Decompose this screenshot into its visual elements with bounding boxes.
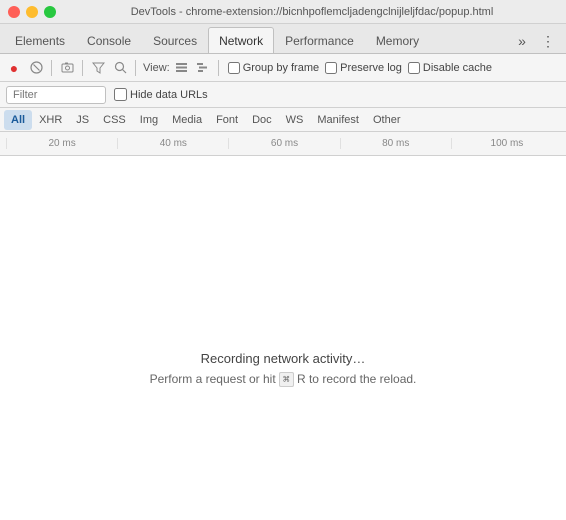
tick-20ms: 20 ms xyxy=(6,138,117,149)
close-button[interactable] xyxy=(8,6,20,18)
disable-cache-group: Disable cache xyxy=(408,62,492,74)
devtools-menu-button[interactable]: ⋮ xyxy=(536,29,560,53)
toolbar-separator-2 xyxy=(82,60,83,76)
search-button[interactable] xyxy=(110,58,130,78)
recording-message: Recording network activity… xyxy=(201,351,366,366)
tick-60ms: 60 ms xyxy=(228,138,339,149)
preserve-log-group: Preserve log xyxy=(325,62,402,74)
hide-data-urls-checkbox[interactable] xyxy=(114,88,127,101)
maximize-button[interactable] xyxy=(44,6,56,18)
recording-area: Recording network activity… Perform a re… xyxy=(150,351,417,386)
title-bar: DevTools - chrome-extension://bicnhpofle… xyxy=(0,0,566,24)
tick-40ms: 40 ms xyxy=(117,138,228,149)
cmd-key: ⌘ xyxy=(279,372,294,387)
view-icons xyxy=(172,58,213,78)
filter-icon xyxy=(92,61,105,74)
filter-input[interactable] xyxy=(6,86,106,104)
type-filter-js[interactable]: JS xyxy=(69,110,96,130)
disable-cache-checkbox[interactable] xyxy=(408,62,420,74)
timeline-ticks: 20 ms 40 ms 60 ms 80 ms 100 ms xyxy=(6,138,562,149)
clear-button[interactable] xyxy=(26,58,46,78)
filter-row: Hide data URLs xyxy=(0,82,566,108)
group-by-frame-checkbox[interactable] xyxy=(228,62,240,74)
list-view-icon xyxy=(175,61,188,74)
disable-cache-label[interactable]: Disable cache xyxy=(423,62,492,74)
type-filter-font[interactable]: Font xyxy=(209,110,245,130)
tab-sources[interactable]: Sources xyxy=(142,27,208,53)
view-list-button[interactable] xyxy=(172,58,192,78)
tabs-overflow-menu: » ⋮ xyxy=(510,29,566,53)
type-filter-ws[interactable]: WS xyxy=(279,110,311,130)
view-waterfall-button[interactable] xyxy=(193,58,213,78)
clear-icon xyxy=(30,61,43,74)
more-tabs-button[interactable]: » xyxy=(510,29,534,53)
recording-hint: Perform a request or hit ⌘ R to record t… xyxy=(150,372,417,386)
preserve-log-label[interactable]: Preserve log xyxy=(340,62,402,74)
toolbar-row: ● View: xyxy=(0,54,566,82)
tab-performance[interactable]: Performance xyxy=(274,27,365,53)
type-filter-css[interactable]: CSS xyxy=(96,110,133,130)
preserve-log-checkbox[interactable] xyxy=(325,62,337,74)
main-content: Recording network activity… Perform a re… xyxy=(0,156,566,520)
group-by-frame-group: Group by frame xyxy=(228,62,319,74)
tick-80ms: 80 ms xyxy=(340,138,451,149)
type-filter-other[interactable]: Other xyxy=(366,110,408,130)
tab-network[interactable]: Network xyxy=(208,27,274,53)
type-filter-img[interactable]: Img xyxy=(133,110,165,130)
hint-suffix: to record the reload. xyxy=(306,372,417,386)
hide-data-urls-label[interactable]: Hide data URLs xyxy=(130,89,208,101)
search-icon xyxy=(114,61,127,74)
hint-prefix: Perform a request or hit xyxy=(150,372,279,386)
type-filter-manifest[interactable]: Manifest xyxy=(310,110,366,130)
type-filter-doc[interactable]: Doc xyxy=(245,110,279,130)
tabs-row: Elements Console Sources Network Perform… xyxy=(0,24,566,54)
minimize-button[interactable] xyxy=(26,6,38,18)
hide-data-urls-group: Hide data URLs xyxy=(114,88,208,101)
record-button[interactable]: ● xyxy=(4,58,24,78)
type-filter-row: All XHR JS CSS Img Media Font Doc WS Man… xyxy=(0,108,566,132)
hint-letter: R xyxy=(294,372,306,386)
tab-elements[interactable]: Elements xyxy=(4,27,76,53)
toolbar-separator-3 xyxy=(135,60,136,76)
camera-button[interactable] xyxy=(57,58,77,78)
camera-icon xyxy=(61,61,74,74)
waterfall-view-icon xyxy=(196,61,209,74)
type-filter-all[interactable]: All xyxy=(4,110,32,130)
timeline-header: 20 ms 40 ms 60 ms 80 ms 100 ms xyxy=(0,132,566,156)
toolbar-separator-1 xyxy=(51,60,52,76)
tick-100ms: 100 ms xyxy=(451,138,562,149)
tab-memory[interactable]: Memory xyxy=(365,27,430,53)
type-filter-xhr[interactable]: XHR xyxy=(32,110,69,130)
group-by-frame-label[interactable]: Group by frame xyxy=(243,62,319,74)
view-label: View: xyxy=(143,62,170,74)
tab-console[interactable]: Console xyxy=(76,27,142,53)
toolbar-separator-4 xyxy=(218,60,219,76)
filter-button[interactable] xyxy=(88,58,108,78)
window-controls xyxy=(8,6,56,18)
type-filter-media[interactable]: Media xyxy=(165,110,209,130)
window-title: DevTools - chrome-extension://bicnhpofle… xyxy=(66,6,558,18)
